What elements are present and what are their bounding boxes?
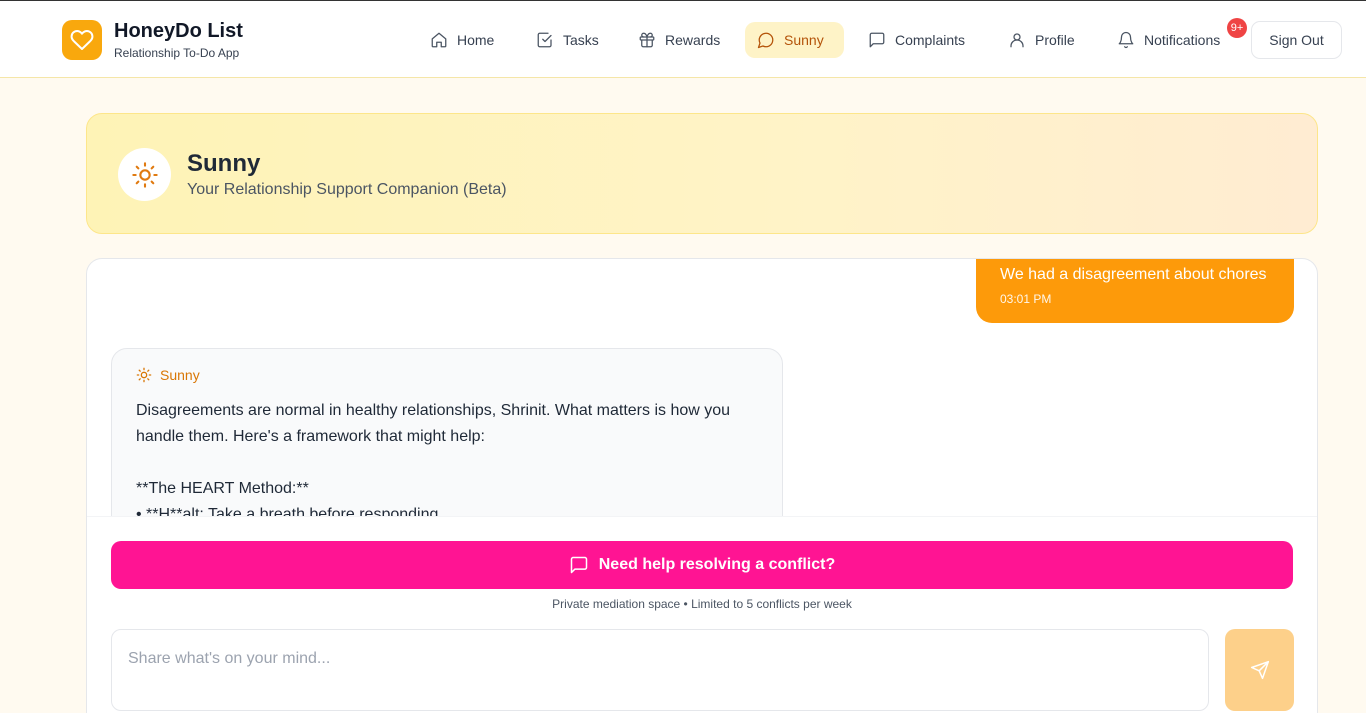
bell-icon — [1118, 31, 1134, 49]
page-subtitle: Your Relationship Support Companion (Bet… — [187, 181, 507, 198]
nav-profile[interactable]: Profile — [996, 22, 1087, 58]
send-button[interactable] — [1225, 629, 1294, 711]
nav-home-label: Home — [457, 32, 495, 48]
gift-icon — [639, 32, 655, 48]
sign-out-button[interactable]: Sign Out — [1251, 21, 1342, 59]
nav-complaints-label: Complaints — [895, 32, 966, 48]
heart-icon — [70, 30, 94, 50]
top-navigation-bar: HoneyDo List Relationship To-Do App Home… — [0, 0, 1366, 78]
sunny-avatar — [118, 148, 171, 201]
bot-name: Sunny — [160, 367, 200, 383]
message-input[interactable] — [112, 630, 1208, 710]
user-message-time: 03:01 PM — [1000, 292, 1052, 306]
nav-notifications[interactable]: Notifications — [1105, 22, 1232, 58]
message-list[interactable]: We had a disagreement about chores 03:01… — [87, 259, 1317, 516]
home-icon — [431, 32, 447, 48]
message-square-icon — [570, 556, 587, 574]
nav-profile-label: Profile — [1035, 32, 1075, 48]
page-title: Sunny — [187, 150, 261, 177]
message-square-icon — [869, 32, 885, 48]
mediation-note: Private mediation space • Limited to 5 c… — [552, 597, 852, 611]
nav-rewards-label: Rewards — [665, 32, 721, 48]
app-title: HoneyDo List — [114, 20, 243, 42]
composer-area: Need help resolving a conflict? Private … — [87, 516, 1317, 713]
bot-message: Sunny Disagreements are normal in health… — [111, 348, 783, 516]
bot-message-header: Sunny — [136, 367, 200, 383]
app-logo[interactable] — [62, 20, 102, 60]
nav-home[interactable]: Home — [418, 22, 506, 58]
sunny-header-card: Sunny Your Relationship Support Companio… — [86, 113, 1318, 234]
send-icon — [1250, 660, 1269, 680]
nav-sunny-label: Sunny — [784, 32, 824, 48]
nav-notifications-label: Notifications — [1144, 32, 1221, 48]
sun-icon — [131, 161, 158, 188]
user-icon — [1010, 33, 1024, 48]
chat-panel: We had a disagreement about chores 03:01… — [86, 258, 1318, 713]
user-message: We had a disagreement about chores 03:01… — [976, 259, 1294, 323]
chat-bubble-icon — [757, 32, 774, 49]
sun-icon — [136, 367, 152, 383]
nav-tasks-label: Tasks — [563, 32, 599, 48]
message-input-wrapper — [111, 629, 1209, 711]
checkbox-icon — [537, 32, 552, 48]
user-message-text: We had a disagreement about chores — [1000, 266, 1267, 283]
resolve-conflict-label: Need help resolving a conflict? — [598, 556, 836, 573]
nav-tasks[interactable]: Tasks — [524, 22, 611, 58]
nav-complaints[interactable]: Complaints — [856, 22, 977, 58]
notification-badge: 9+ — [1227, 18, 1247, 38]
resolve-conflict-button[interactable]: Need help resolving a conflict? — [111, 541, 1293, 589]
app-subtitle: Relationship To-Do App — [114, 46, 240, 60]
bot-message-text: Disagreements are normal in healthy rela… — [136, 402, 731, 516]
nav-sunny[interactable]: Sunny — [745, 22, 844, 58]
nav-rewards[interactable]: Rewards — [626, 22, 732, 58]
